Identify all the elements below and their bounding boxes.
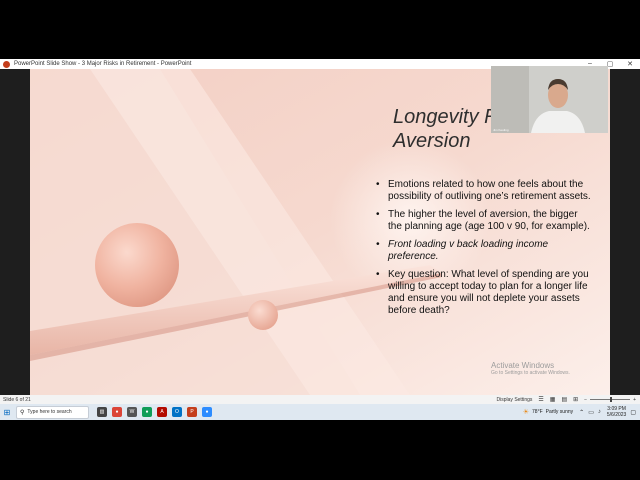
chrome-2-taskbar-icon[interactable]: ● xyxy=(142,407,152,417)
notes-view-icon[interactable]: ☰ xyxy=(538,396,543,403)
weather-widget[interactable]: ☀ 78°F Partly sunny xyxy=(523,408,573,416)
powerpoint-icon xyxy=(3,60,10,68)
window-title: PowerPoint Slide Show - 3 Major Risks in… xyxy=(14,61,192,67)
activate-subtext: Go to Settings to activate Windows. xyxy=(491,370,570,376)
view-buttons: ☰ ▦ ▤ ⊞ xyxy=(538,396,578,403)
slide-sorter-icon[interactable]: ⊞ xyxy=(573,396,578,403)
search-icon: ⚲ xyxy=(20,409,25,416)
notification-icon[interactable]: ▢ xyxy=(630,409,636,416)
bullet-item: Front loading v back loading income pref… xyxy=(376,239,591,263)
weather-text: Partly sunny xyxy=(545,409,574,415)
zoom-thumb[interactable] xyxy=(610,397,613,402)
windows-start-icon[interactable]: ⊞ xyxy=(0,408,14,417)
chrome-taskbar-icon[interactable]: ● xyxy=(112,407,122,417)
bullet-item: The higher the level of aversion, the bi… xyxy=(376,209,591,233)
bullet-item: Key question: What level of spending are… xyxy=(376,269,591,317)
speaker-icon[interactable]: ♪ xyxy=(598,409,601,416)
zoom-track[interactable] xyxy=(590,397,631,402)
status-bar: Slide 6 of 21 Display Settings ☰ ▦ ▤ ⊞ −… xyxy=(0,395,640,404)
bullet-item: Emotions related to how one feels about … xyxy=(376,179,591,203)
zoom-in-icon[interactable]: + xyxy=(633,397,636,403)
slide-counter: Slide 6 of 21 xyxy=(3,396,31,403)
task-view-taskbar-icon[interactable]: ▥ xyxy=(97,407,107,417)
reading-view-icon[interactable]: ▤ xyxy=(561,396,567,403)
zoom-taskbar-icon[interactable]: ● xyxy=(202,407,212,417)
slideshow-window: PowerPoint Slide Show - 3 Major Risks in… xyxy=(0,59,640,420)
powerpoint-taskbar-icon[interactable]: P xyxy=(187,407,197,417)
taskbar-search[interactable]: ⚲ Type here to search xyxy=(16,405,89,419)
wl-taskbar-icon[interactable]: W xyxy=(127,407,137,417)
system-tray: ⌃ ▭ ♪ xyxy=(579,409,601,416)
normal-view-icon[interactable]: ▦ xyxy=(550,396,556,403)
zoom-out-icon[interactable]: − xyxy=(584,397,587,403)
taskbar: ⊞ ⚲ Type here to search ▥ ● W ● A O P ● ☀ 78°F … xyxy=(0,404,640,420)
network-icon[interactable]: ▭ xyxy=(588,409,594,416)
tray-chevron-icon[interactable]: ⌃ xyxy=(579,409,584,416)
taskbar-apps: ▥ ● W ● A O P ● xyxy=(97,407,212,417)
webcam-overlay: Jim Keuling xyxy=(491,66,608,133)
clock-date: 5/6/2023 xyxy=(606,412,627,418)
display-settings-button[interactable]: Display Settings xyxy=(497,397,533,403)
close-button[interactable]: ✕ xyxy=(620,60,640,68)
taskbar-clock[interactable]: 3:09 PM 5/6/2023 xyxy=(607,406,626,418)
bullet-list: Emotions related to how one feels about … xyxy=(376,179,591,323)
presenter-name: Jim Keuling xyxy=(493,128,509,132)
search-placeholder: Type here to search xyxy=(27,409,72,415)
acrobat-taskbar-icon[interactable]: A xyxy=(157,407,167,417)
outlook-taskbar-icon[interactable]: O xyxy=(172,407,182,417)
activate-windows-watermark: Activate Windows Go to Settings to activ… xyxy=(491,361,570,376)
presenter-video xyxy=(491,66,608,133)
weather-icon: ☀ xyxy=(522,409,530,416)
weather-temp: 78°F xyxy=(532,409,543,415)
zoom-slider[interactable]: − + xyxy=(584,397,636,403)
activate-heading: Activate Windows xyxy=(491,361,555,370)
